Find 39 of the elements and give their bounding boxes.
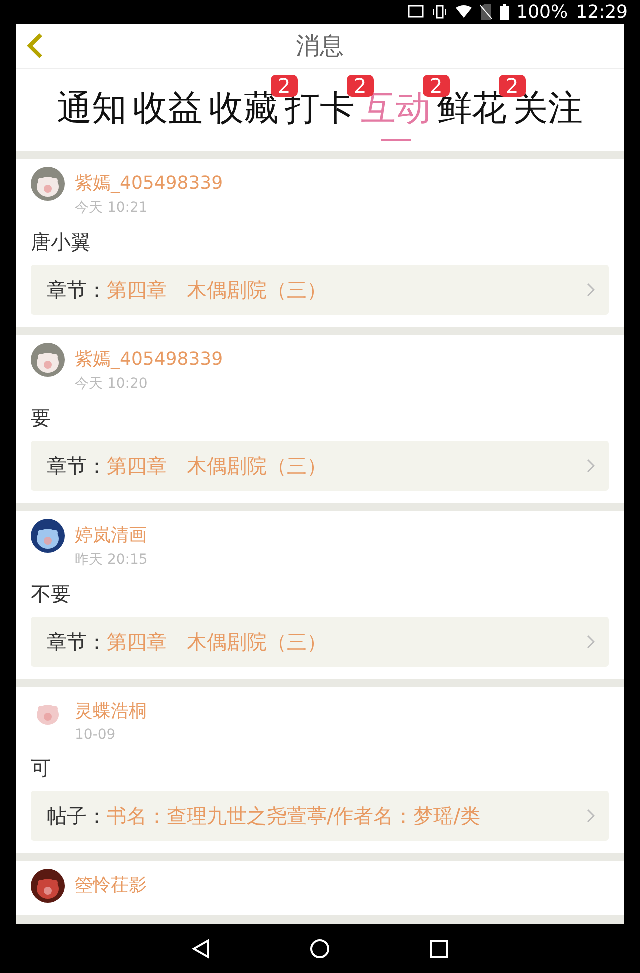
comment-text: 不要: [31, 581, 72, 608]
link-label: 帖子：: [47, 802, 107, 830]
link-label: 章节：: [47, 452, 107, 480]
battery-level: 100%: [516, 2, 568, 22]
home-icon[interactable]: [310, 938, 330, 958]
tab[interactable]: 收益: [133, 89, 203, 141]
back-icon[interactable]: [192, 938, 210, 958]
timestamp: 今天 10:20: [75, 375, 149, 393]
comment-text: 唐小翼: [31, 229, 92, 256]
link-title: 第四章 木偶剧院（三）: [107, 452, 328, 480]
wifi-icon: [456, 5, 472, 19]
link-row[interactable]: 章节：第四章 木偶剧院（三）: [31, 441, 609, 491]
clock: 12:29: [576, 2, 628, 22]
link-row[interactable]: 章节：第四章 木偶剧院（三）: [31, 265, 609, 315]
battery-icon: [500, 4, 509, 20]
timestamp: 昨天 20:15: [75, 551, 148, 569]
chevron-icon: [587, 635, 595, 649]
link-title: 第四章 木偶剧院（三）: [107, 628, 328, 656]
link-label: 章节：: [47, 276, 107, 304]
timestamp: 今天 10:21: [75, 199, 149, 217]
chevron-icon: [587, 459, 595, 473]
link-row[interactable]: 帖子：书名：查理九世之尧萱葶/作者名：梦瑶/类: [31, 791, 609, 841]
comment-text: 要: [31, 405, 52, 432]
link-title: 第四章 木偶剧院（三）: [107, 276, 328, 304]
tab[interactable]: 通知: [57, 89, 127, 141]
comment-text: 可: [31, 755, 52, 782]
count-badge: 2: [423, 75, 450, 97]
vibrate-icon: [432, 4, 448, 20]
count-badge: 2: [271, 75, 298, 97]
link-title: 书名：查理九世之尧萱葶/作者名：梦瑶/类: [107, 802, 482, 830]
no-sim-icon: [480, 4, 492, 20]
link-label: 章节：: [47, 628, 107, 656]
link-row[interactable]: 章节：第四章 木偶剧院（三）: [31, 617, 609, 667]
timestamp: 10-09: [75, 727, 117, 743]
tab-indicator: [381, 139, 411, 141]
chevron-icon: [587, 809, 595, 823]
page-title: 消息: [296, 31, 344, 62]
recents-icon[interactable]: [430, 940, 448, 958]
chevron-icon: [587, 283, 595, 297]
